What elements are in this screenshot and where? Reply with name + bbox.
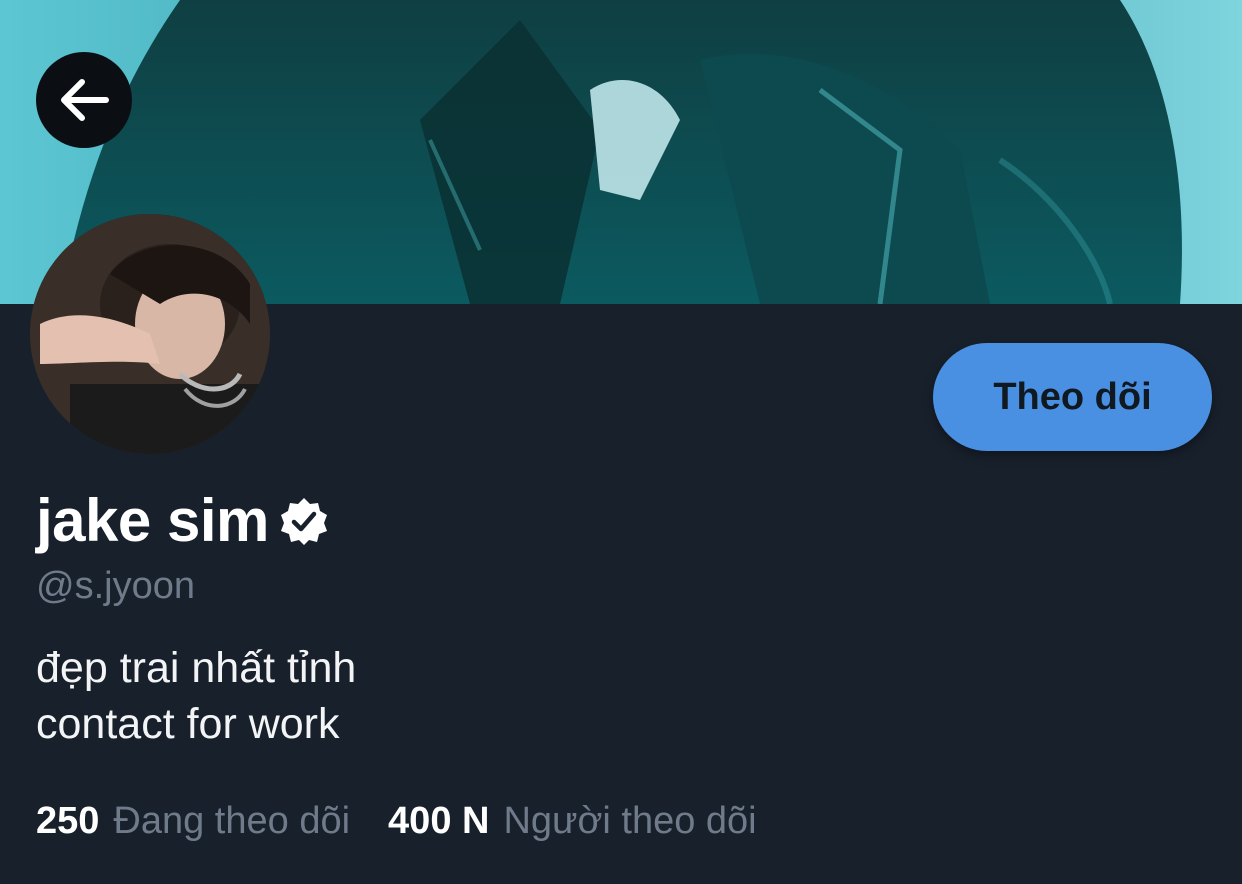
profile-page: Theo dõi jake sim @s.jyoon đẹp trai nhất… — [0, 0, 1242, 884]
profile-handle: @s.jyoon — [36, 565, 195, 607]
avatar[interactable] — [30, 214, 270, 454]
profile-name-row: jake sim — [36, 486, 329, 555]
following-label: Đang theo dõi — [113, 800, 351, 842]
back-button[interactable] — [36, 52, 132, 148]
bio-line: đẹp trai nhất tỉnh — [36, 644, 357, 692]
profile-stats: 250 Đang theo dõi 400 N Người theo dõi — [36, 800, 795, 843]
bio-line: contact for work — [36, 700, 340, 748]
follow-button[interactable]: Theo dõi — [933, 343, 1212, 451]
followers-count: 400 N — [388, 800, 490, 842]
followers-label: Người theo dõi — [503, 800, 757, 842]
arrow-left-icon — [61, 79, 109, 121]
verified-badge-icon — [279, 496, 329, 546]
display-name: jake sim — [36, 487, 269, 554]
following-count: 250 — [36, 800, 100, 842]
following-stat[interactable]: 250 Đang theo dõi — [36, 800, 350, 843]
followers-stat[interactable]: 400 N Người theo dõi — [388, 800, 757, 843]
profile-bio: đẹp trai nhất tỉnh contact for work — [36, 640, 356, 752]
